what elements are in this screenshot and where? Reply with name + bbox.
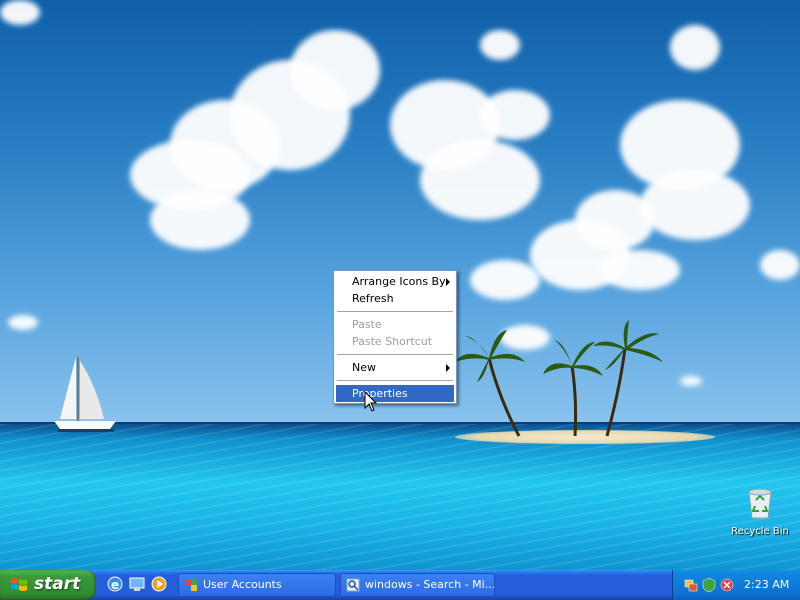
menu-item-label: Arrange Icons By	[352, 275, 446, 288]
menu-item-label: New	[352, 361, 376, 374]
palm-trees-image	[455, 320, 663, 437]
media-player-icon[interactable]	[150, 575, 168, 593]
recycle-bin-label: Recycle Bin	[731, 526, 789, 537]
menu-item-label: Properties	[352, 387, 408, 400]
menu-item-label: Paste Shortcut	[352, 335, 433, 348]
user-accounts-icon	[185, 579, 197, 591]
menu-separator	[337, 354, 453, 355]
menu-item-paste-shortcut[interactable]: Paste Shortcut	[336, 333, 454, 350]
menu-item-refresh[interactable]: Refresh	[336, 290, 454, 307]
start-button[interactable]: start	[0, 570, 96, 600]
recycle-bin-icon	[748, 488, 772, 519]
menu-separator	[337, 380, 453, 381]
start-label: start	[34, 574, 81, 594]
clock[interactable]: 2:23 AM	[744, 578, 789, 591]
menu-item-arrange-icons-by[interactable]: Arrange Icons By	[336, 273, 454, 290]
submenu-arrow-icon	[446, 278, 450, 286]
desktop-icon[interactable]	[128, 575, 146, 593]
taskbar: start e User Accounts windows - Search -…	[0, 570, 800, 600]
recycle-bin-shortcut[interactable]: Recycle Bin	[728, 486, 792, 537]
search-window-icon	[346, 578, 360, 592]
security-icon[interactable]	[701, 577, 717, 593]
task-button-label: windows - Search - Mi...	[365, 578, 495, 591]
internet-explorer-icon[interactable]: e	[106, 575, 124, 593]
menu-separator	[337, 311, 453, 312]
menu-item-label: Refresh	[352, 292, 394, 305]
task-button-label: User Accounts	[203, 578, 282, 591]
network-icon[interactable]	[683, 577, 699, 593]
menu-item-label: Paste	[352, 318, 382, 331]
svg-text:e: e	[111, 578, 119, 592]
desktop-context-menu: Arrange Icons By Refresh Paste Paste Sho…	[333, 270, 457, 404]
settings-icon[interactable]	[719, 577, 735, 593]
task-button-user-accounts[interactable]: User Accounts	[178, 573, 336, 597]
task-button-search[interactable]: windows - Search - Mi...	[340, 573, 495, 597]
wallpaper-sea	[0, 424, 800, 570]
mouse-cursor-icon	[364, 391, 378, 412]
menu-item-properties[interactable]: Properties	[336, 385, 454, 402]
desktop[interactable]: Recycle Bin Arrange Icons By Refresh Pas…	[0, 0, 800, 570]
menu-item-new[interactable]: New	[336, 359, 454, 376]
sailboat-image	[54, 357, 116, 432]
submenu-arrow-icon	[446, 364, 450, 372]
windows-logo-icon	[11, 578, 27, 591]
menu-item-paste[interactable]: Paste	[336, 316, 454, 333]
